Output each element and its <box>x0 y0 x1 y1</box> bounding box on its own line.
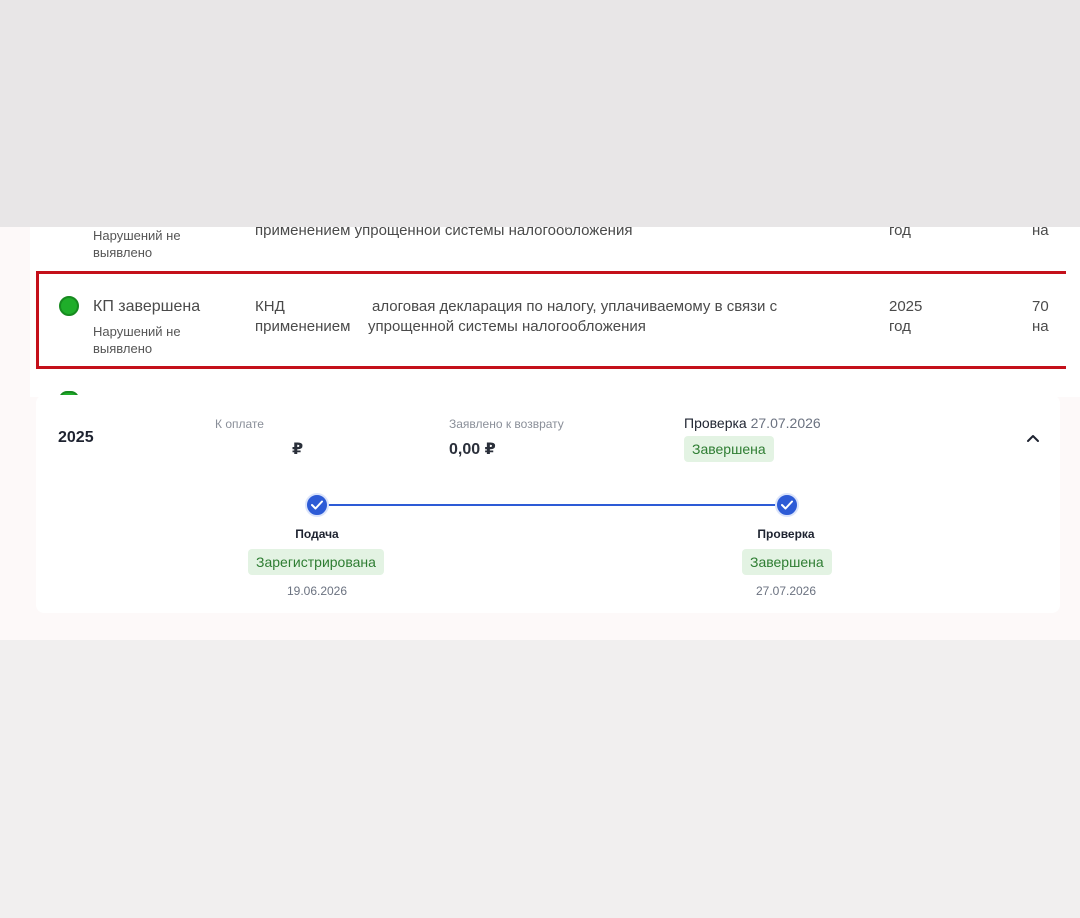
check-date: 27.07.2026 <box>750 415 821 431</box>
step-date-check: 27.07.2026 <box>755 584 817 598</box>
check-label: Проверка <box>684 415 747 431</box>
prev-row-extra: на <box>1032 227 1049 239</box>
prev-row-violations: Нарушений не <box>93 228 181 243</box>
row-code-2: применением <box>255 318 351 335</box>
declaration-detail-card: 2025 К оплате ₽ Заявлено к возврату 0,00… <box>36 395 1060 613</box>
step-date-submission: 19.06.2026 <box>286 584 348 598</box>
prev-row-period: год <box>889 227 911 239</box>
top-background <box>0 0 1080 227</box>
step-status-submission: Зарегистрирована <box>248 549 384 575</box>
to-pay-value: ₽ <box>292 441 304 458</box>
chevron-up-icon[interactable] <box>1022 428 1044 450</box>
bottom-background <box>0 640 1080 918</box>
check-title: Проверка 27.07.2026 <box>684 415 821 431</box>
timeline-line <box>317 504 787 506</box>
row-code: КНД <box>255 298 285 315</box>
row-period-unit: год <box>889 318 911 335</box>
row-description-2: упрощенной системы налогообложения <box>368 318 646 335</box>
row-violations: Нарушений не <box>93 324 181 339</box>
step-label-submission: Подача <box>295 527 339 541</box>
row-extra: 70 <box>1032 298 1049 315</box>
row-violations-2: выявлено <box>93 341 153 356</box>
refund-value: 0,00 ₽ <box>449 441 496 458</box>
prev-row-description: применением упрощенной системы налогообл… <box>255 227 633 239</box>
check-status-badge: Завершена <box>684 436 774 462</box>
to-pay-label: К оплате <box>215 417 264 431</box>
row-extra-2: на <box>1032 318 1049 335</box>
check-circle-icon <box>775 493 799 517</box>
screenshot-strip: Нарушений не выявлено применением упроще… <box>0 227 1080 640</box>
card-year: 2025 <box>58 429 94 446</box>
prev-row-violations-2: выявлено <box>93 245 153 260</box>
step-label-check: Проверка <box>757 527 815 541</box>
row-status: КП завершена <box>93 298 201 315</box>
row-period-year: 2025 <box>889 298 923 315</box>
row-description: алоговая декларация по налогу, уплачивае… <box>372 298 778 315</box>
refund-label: Заявлено к возврату <box>449 417 564 431</box>
check-circle-icon <box>305 493 329 517</box>
step-status-check: Завершена <box>742 549 832 575</box>
status-dot-icon <box>59 296 79 316</box>
